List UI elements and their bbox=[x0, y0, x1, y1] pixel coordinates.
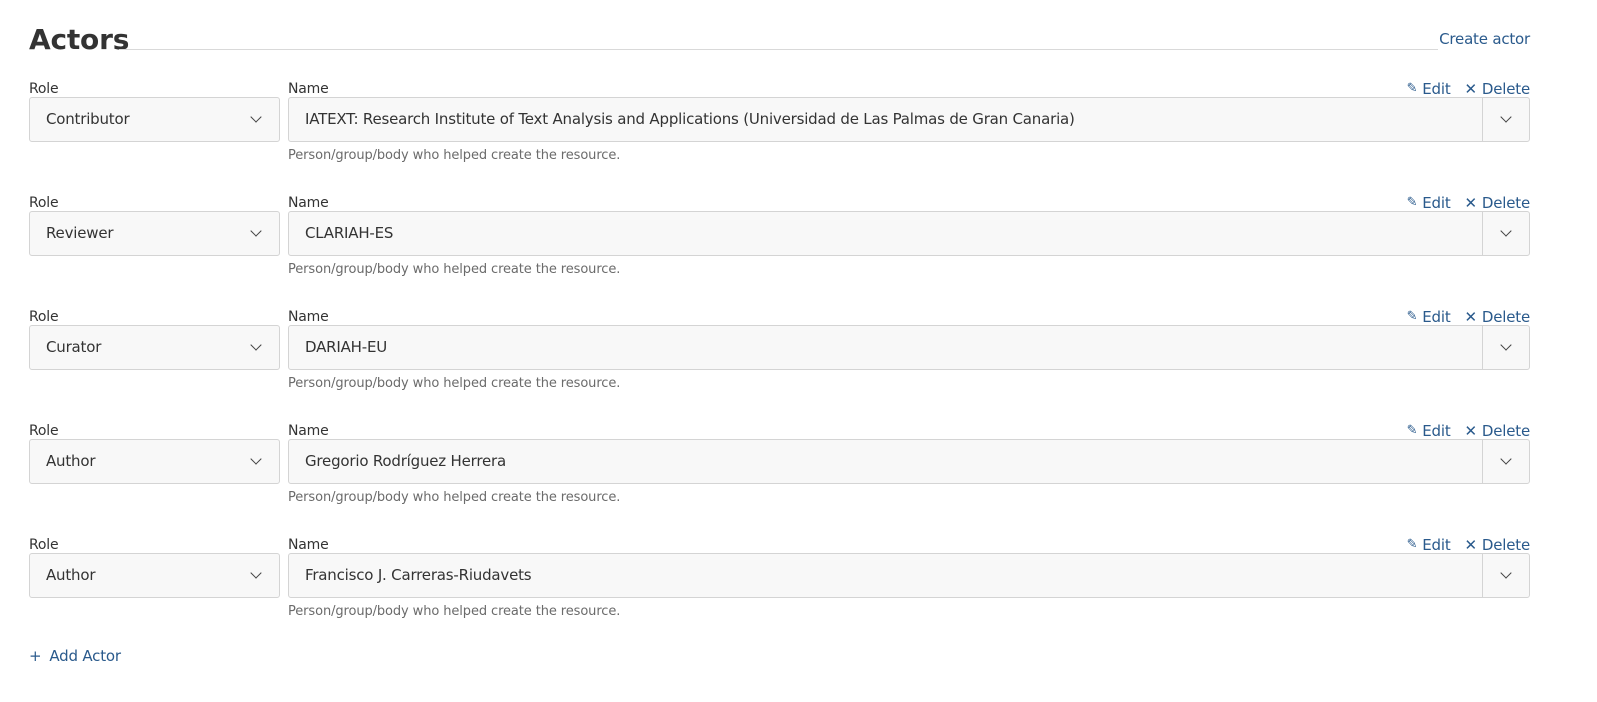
name-select[interactable]: Gregorio Rodríguez Herrera bbox=[288, 439, 1530, 484]
actor-actions: ✎ Edit ✕ Delete bbox=[1407, 421, 1531, 441]
chevron-down-icon[interactable] bbox=[1500, 225, 1512, 237]
close-icon: ✕ bbox=[1464, 536, 1478, 554]
chevron-down-icon[interactable] bbox=[1500, 339, 1512, 351]
chevron-down-icon bbox=[250, 111, 262, 123]
role-select[interactable]: Reviewer bbox=[29, 211, 280, 256]
dropdown-divider bbox=[1482, 212, 1483, 255]
edit-button[interactable]: ✎ Edit bbox=[1407, 79, 1451, 99]
name-label: Name bbox=[288, 81, 329, 97]
help-text: Person/group/body who helped create the … bbox=[288, 604, 621, 619]
role-label: Role bbox=[29, 423, 59, 439]
pencil-icon: ✎ bbox=[1406, 81, 1418, 96]
chevron-down-icon bbox=[250, 225, 262, 237]
title-divider bbox=[119, 49, 1438, 50]
dropdown-divider bbox=[1482, 554, 1483, 597]
edit-button[interactable]: ✎ Edit bbox=[1407, 535, 1451, 555]
actor-row: Role Name ✎ Edit ✕ Delete Author Francis… bbox=[29, 536, 1530, 636]
delete-button[interactable]: ✕ Delete bbox=[1464, 193, 1531, 213]
pencil-icon: ✎ bbox=[1406, 423, 1418, 438]
edit-label: Edit bbox=[1422, 194, 1451, 212]
name-value: Gregorio Rodríguez Herrera bbox=[305, 452, 506, 470]
delete-label: Delete bbox=[1481, 308, 1530, 326]
actor-actions: ✎ Edit ✕ Delete bbox=[1407, 535, 1531, 555]
actor-actions: ✎ Edit ✕ Delete bbox=[1407, 193, 1531, 213]
name-select[interactable]: CLARIAH-ES bbox=[288, 211, 1530, 256]
role-label: Role bbox=[29, 309, 59, 325]
role-select[interactable]: Author bbox=[29, 439, 280, 484]
role-select[interactable]: Curator bbox=[29, 325, 280, 370]
close-icon: ✕ bbox=[1464, 422, 1478, 440]
name-value: Francisco J. Carreras-Riudavets bbox=[305, 566, 532, 584]
role-value: Author bbox=[46, 566, 96, 584]
name-value: IATEXT: Research Institute of Text Analy… bbox=[305, 110, 1075, 128]
edit-label: Edit bbox=[1422, 536, 1451, 554]
role-value: Curator bbox=[46, 338, 102, 356]
role-label: Role bbox=[29, 195, 59, 211]
chevron-down-icon[interactable] bbox=[1500, 453, 1512, 465]
name-label: Name bbox=[288, 423, 329, 439]
edit-label: Edit bbox=[1422, 80, 1451, 98]
name-value: DARIAH-EU bbox=[305, 338, 388, 356]
chevron-down-icon[interactable] bbox=[1500, 567, 1512, 579]
role-value: Reviewer bbox=[46, 224, 114, 242]
delete-button[interactable]: ✕ Delete bbox=[1464, 421, 1531, 441]
role-label: Role bbox=[29, 537, 59, 553]
delete-label: Delete bbox=[1481, 422, 1530, 440]
edit-button[interactable]: ✎ Edit bbox=[1407, 193, 1451, 213]
pencil-icon: ✎ bbox=[1406, 195, 1418, 210]
add-actor-label: Add Actor bbox=[49, 647, 121, 665]
role-value: Contributor bbox=[46, 110, 130, 128]
role-value: Author bbox=[46, 452, 96, 470]
chevron-down-icon bbox=[250, 453, 262, 465]
dropdown-divider bbox=[1482, 98, 1483, 141]
help-text: Person/group/body who helped create the … bbox=[288, 148, 621, 163]
name-label: Name bbox=[288, 195, 329, 211]
section-title: Actors bbox=[29, 23, 130, 56]
edit-label: Edit bbox=[1422, 308, 1451, 326]
chevron-down-icon[interactable] bbox=[1500, 111, 1512, 123]
edit-label: Edit bbox=[1422, 422, 1451, 440]
delete-button[interactable]: ✕ Delete bbox=[1464, 79, 1531, 99]
delete-label: Delete bbox=[1481, 536, 1530, 554]
dropdown-divider bbox=[1482, 326, 1483, 369]
actor-row: Role Name ✎ Edit ✕ Delete Author Gregori… bbox=[29, 422, 1530, 522]
chevron-down-icon bbox=[250, 567, 262, 579]
help-text: Person/group/body who helped create the … bbox=[288, 262, 621, 277]
actor-row: Role Name ✎ Edit ✕ Delete Reviewer CLARI… bbox=[29, 194, 1530, 294]
pencil-icon: ✎ bbox=[1406, 309, 1418, 324]
edit-button[interactable]: ✎ Edit bbox=[1407, 307, 1451, 327]
actor-actions: ✎ Edit ✕ Delete bbox=[1407, 79, 1531, 99]
add-actor-button[interactable]: + Add Actor bbox=[29, 646, 121, 666]
delete-button[interactable]: ✕ Delete bbox=[1464, 535, 1531, 555]
dropdown-divider bbox=[1482, 440, 1483, 483]
actor-row: Role Name ✎ Edit ✕ Delete Curator DARIAH… bbox=[29, 308, 1530, 408]
name-label: Name bbox=[288, 537, 329, 553]
name-select[interactable]: IATEXT: Research Institute of Text Analy… bbox=[288, 97, 1530, 142]
chevron-down-icon bbox=[250, 339, 262, 351]
pencil-icon: ✎ bbox=[1406, 537, 1418, 552]
actor-row: Role Name ✎ Edit ✕ Delete Contributor IA… bbox=[29, 80, 1530, 180]
actors-section: Actors Create actor Role Name ✎ Edit ✕ D… bbox=[29, 0, 1530, 702]
help-text: Person/group/body who helped create the … bbox=[288, 490, 621, 505]
name-label: Name bbox=[288, 309, 329, 325]
name-select[interactable]: DARIAH-EU bbox=[288, 325, 1530, 370]
section-header: Actors Create actor bbox=[29, 22, 1530, 58]
name-select[interactable]: Francisco J. Carreras-Riudavets bbox=[288, 553, 1530, 598]
edit-button[interactable]: ✎ Edit bbox=[1407, 421, 1451, 441]
close-icon: ✕ bbox=[1464, 194, 1478, 212]
actor-actions: ✎ Edit ✕ Delete bbox=[1407, 307, 1531, 327]
delete-button[interactable]: ✕ Delete bbox=[1464, 307, 1531, 327]
name-value: CLARIAH-ES bbox=[305, 224, 394, 242]
help-text: Person/group/body who helped create the … bbox=[288, 376, 621, 391]
close-icon: ✕ bbox=[1464, 80, 1478, 98]
delete-label: Delete bbox=[1481, 80, 1530, 98]
plus-icon: + bbox=[29, 647, 42, 665]
role-label: Role bbox=[29, 81, 59, 97]
role-select[interactable]: Author bbox=[29, 553, 280, 598]
delete-label: Delete bbox=[1481, 194, 1530, 212]
close-icon: ✕ bbox=[1464, 308, 1478, 326]
role-select[interactable]: Contributor bbox=[29, 97, 280, 142]
create-actor-link[interactable]: Create actor bbox=[1439, 29, 1530, 49]
